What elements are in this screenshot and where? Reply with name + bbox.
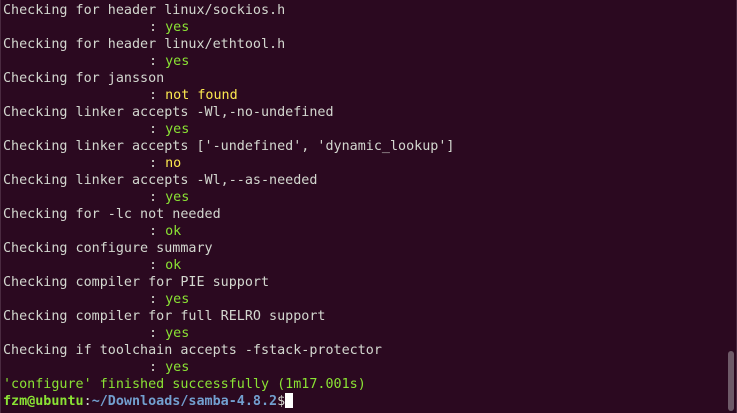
- check-text: Checking linker accepts -Wl,-no-undefine…: [3, 105, 334, 120]
- result-colon: :: [149, 190, 166, 205]
- result-value: yes: [165, 292, 190, 307]
- summary-text: 'configure' finished successfully (1m17.…: [3, 377, 366, 392]
- check-text: Checking if toolchain accepts -fstack-pr…: [3, 343, 382, 358]
- result-colon: :: [149, 122, 166, 137]
- prompt-path: ~/Downloads/samba-4.8.2: [91, 394, 278, 409]
- check-line: Checking linker accepts -Wl,--as-needed: [3, 172, 722, 189]
- result-value: not found: [165, 88, 238, 103]
- terminal-output: Checking for header linux/sockios.h: yes…: [3, 2, 722, 410]
- check-line: Checking if toolchain accepts -fstack-pr…: [3, 342, 722, 359]
- result-line: : ok: [3, 257, 722, 274]
- result-value: yes: [165, 122, 190, 137]
- check-line: Checking linker accepts -Wl,-no-undefine…: [3, 104, 722, 121]
- result-value: yes: [165, 360, 190, 375]
- result-colon: :: [149, 20, 166, 35]
- check-line: Checking compiler for full RELRO support: [3, 308, 722, 325]
- result-value: yes: [165, 190, 190, 205]
- check-line: Checking for header linux/sockios.h: [3, 2, 722, 19]
- check-text: Checking for jansson: [3, 71, 165, 86]
- prompt-line[interactable]: fzm@ubuntu:~/Downloads/samba-4.8.2$: [3, 393, 722, 410]
- check-line: Checking for jansson: [3, 70, 722, 87]
- result-line: : yes: [3, 121, 722, 138]
- result-colon: :: [149, 258, 166, 273]
- result-colon: :: [149, 54, 166, 69]
- result-value: no: [165, 156, 182, 171]
- prompt-symbol: $: [277, 394, 286, 409]
- scrollbar-thumb[interactable]: [728, 351, 734, 411]
- result-value: ok: [165, 224, 182, 239]
- check-line: Checking compiler for PIE support: [3, 274, 722, 291]
- check-line: Checking for header linux/ethtool.h: [3, 36, 722, 53]
- check-text: Checking configure summary: [3, 241, 213, 256]
- result-colon: :: [149, 326, 166, 341]
- result-value: ok: [165, 258, 182, 273]
- result-colon: :: [149, 156, 166, 171]
- result-line: : yes: [3, 19, 722, 36]
- result-line: : yes: [3, 291, 722, 308]
- result-colon: :: [149, 360, 166, 375]
- summary-line: 'configure' finished successfully (1m17.…: [3, 376, 722, 393]
- check-text: Checking compiler for PIE support: [3, 275, 270, 290]
- prompt-user-host: fzm@ubuntu: [3, 394, 84, 409]
- check-line: Checking configure summary: [3, 240, 722, 257]
- check-text: Checking linker accepts -Wl,--as-needed: [3, 173, 318, 188]
- check-line: Checking linker accepts ['-undefined', '…: [3, 138, 722, 155]
- check-text: Checking for header linux/ethtool.h: [3, 37, 286, 52]
- result-colon: :: [149, 292, 166, 307]
- scrollbar[interactable]: [726, 0, 734, 413]
- result-line: : not found: [3, 87, 722, 104]
- result-line: : yes: [3, 325, 722, 342]
- result-line: : ok: [3, 223, 722, 240]
- result-colon: :: [149, 224, 166, 239]
- text-cursor: [285, 393, 294, 408]
- check-text: Checking compiler for full RELRO support: [3, 309, 326, 324]
- check-text: Checking for -lc not needed: [3, 207, 221, 222]
- result-colon: :: [149, 88, 166, 103]
- check-text: Checking for header linux/sockios.h: [3, 3, 286, 18]
- prompt-separator: :: [83, 394, 92, 409]
- result-value: yes: [165, 20, 190, 35]
- result-line: : yes: [3, 189, 722, 206]
- result-line: : yes: [3, 53, 722, 70]
- result-line: : no: [3, 155, 722, 172]
- check-line: Checking for -lc not needed: [3, 206, 722, 223]
- result-line: : yes: [3, 359, 722, 376]
- check-text: Checking linker accepts ['-undefined', '…: [3, 139, 455, 154]
- terminal-window[interactable]: Checking for header linux/sockios.h: yes…: [0, 0, 737, 413]
- result-value: yes: [165, 326, 190, 341]
- result-value: yes: [165, 54, 190, 69]
